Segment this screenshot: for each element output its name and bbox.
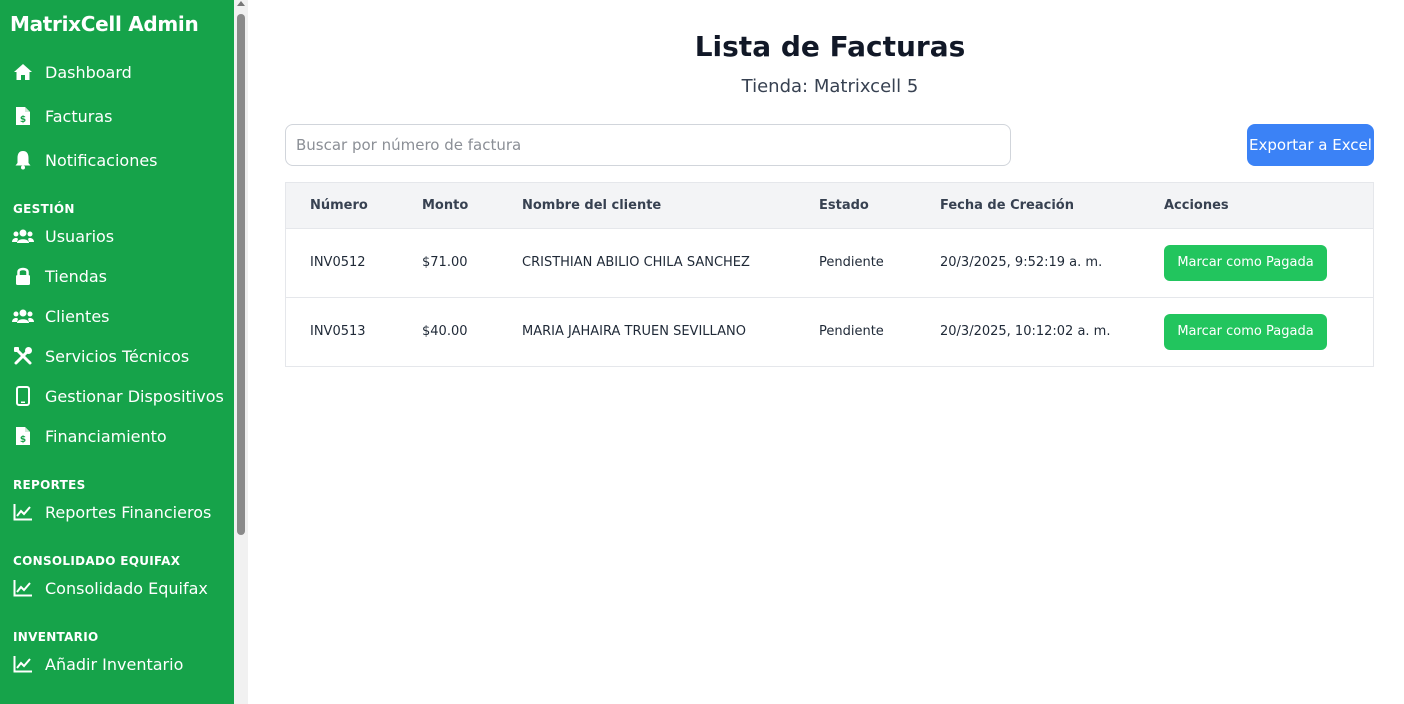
scroll-thumb[interactable] [237,14,245,535]
sidebar-item-label: Usuarios [45,226,115,246]
sidebar-item-label: Reportes Financieros [45,502,212,522]
sidebar-item-label: Consolidado Equifax [45,578,208,598]
table-row: INV0513 $40.00 MARIA JAHAIRA TRUEN SEVIL… [286,297,1373,366]
bell-icon [12,149,34,171]
section-consolidado-equifax: CONSOLIDADO EQUIFAX [13,554,181,568]
section-inventario: INVENTARIO [13,630,99,644]
chart-line-icon [12,653,34,675]
sidebar-item-facturas[interactable]: $ Facturas [12,100,112,132]
header-monto: Monto [422,197,469,213]
header-estado: Estado [819,197,869,213]
home-icon [12,61,34,83]
invoice-icon: $ [12,425,34,447]
sidebar-item-notificaciones[interactable]: Notificaciones [12,144,158,176]
cell-fecha: 20/3/2025, 10:12:02 a. m. [940,324,1111,340]
app-brand: MatrixCell Admin [10,12,199,36]
svg-text:$: $ [20,115,26,125]
sidebar-item-usuarios[interactable]: Usuarios [12,220,114,252]
cell-numero: INV0513 [310,324,366,340]
cell-estado: Pendiente [819,324,884,340]
store-subtitle: Tienda: Matrixcell 5 [741,76,919,97]
sidebar-item-gestionar-dispositivos[interactable]: Gestionar Dispositivos [12,380,224,412]
sidebar-scrollbar[interactable] [234,0,248,704]
section-reportes: REPORTES [13,478,86,492]
cell-cliente: MARIA JAHAIRA TRUEN SEVILLANO [522,324,746,340]
cell-estado: Pendiente [819,255,884,270]
sidebar-item-dashboard[interactable]: Dashboard [12,56,132,88]
sidebar-item-label: Servicios Técnicos [45,346,190,366]
users-icon [12,225,34,247]
header-cliente: Nombre del cliente [522,197,662,213]
clients-icon [12,305,34,327]
chart-line-icon [12,577,34,599]
sidebar: MatrixCell Admin Dashboard $ Facturas No… [0,0,234,704]
main-content: Lista de Facturas Tienda: Matrixcell 5 E… [248,0,1404,704]
export-excel-button[interactable]: Exportar a Excel [1247,124,1374,166]
sidebar-item-label: Gestionar Dispositivos [45,386,224,406]
chart-line-icon [12,501,34,523]
invoices-table: Número Monto Nombre del cliente Estado F… [285,182,1374,367]
cell-acciones: Marcar como Pagada [1140,228,1373,297]
search-input[interactable] [285,124,1011,166]
tools-icon [12,345,34,367]
svg-text:$: $ [20,435,26,445]
sidebar-item-anadir-inventario[interactable]: Añadir Inventario [12,648,183,680]
sidebar-item-label: Notificaciones [45,150,158,170]
sidebar-item-reportes-financieros[interactable]: Reportes Financieros [12,496,211,528]
cell-fecha: 20/3/2025, 9:52:19 a. m. [940,255,1103,270]
sidebar-item-clientes[interactable]: Clientes [12,300,110,332]
header-acciones: Acciones [1164,197,1229,213]
sidebar-item-label: Dashboard [45,62,132,82]
cell-acciones: Marcar como Pagada [1140,297,1373,366]
sidebar-item-consolidado-equifax[interactable]: Consolidado Equifax [12,572,208,604]
sidebar-item-label: Clientes [45,306,110,326]
table-row: INV0512 $71.00 CRISTHIAN ABILIO CHILA SA… [286,228,1373,297]
mobile-icon [12,385,34,407]
table-header-row: Número Monto Nombre del cliente Estado F… [286,183,1373,228]
cell-cliente: CRISTHIAN ABILIO CHILA SANCHEZ [522,255,750,270]
cell-monto: $71.00 [422,255,468,270]
sidebar-item-tiendas[interactable]: Tiendas [12,260,107,292]
scroll-up-arrow-icon[interactable] [237,1,245,6]
sidebar-item-label: Añadir Inventario [45,654,184,674]
sidebar-item-label: Financiamiento [45,426,167,446]
page-title: Lista de Facturas [694,30,966,63]
mark-paid-button[interactable]: Marcar como Pagada [1164,313,1327,350]
section-gestion: GESTIÓN [13,202,75,216]
cell-monto: $40.00 [422,324,468,340]
sidebar-item-financiamiento[interactable]: $ Financiamiento [12,420,167,452]
header-numero: Número [310,197,368,213]
sidebar-item-servicios-tecnicos[interactable]: Servicios Técnicos [12,340,189,372]
mark-paid-button[interactable]: Marcar como Pagada [1164,244,1327,281]
lock-icon [12,265,34,287]
sidebar-item-label: Tiendas [45,266,108,286]
invoice-icon: $ [12,105,34,127]
sidebar-item-label: Facturas [45,106,113,126]
cell-numero: INV0512 [310,255,366,270]
header-fecha: Fecha de Creación [940,197,1074,213]
